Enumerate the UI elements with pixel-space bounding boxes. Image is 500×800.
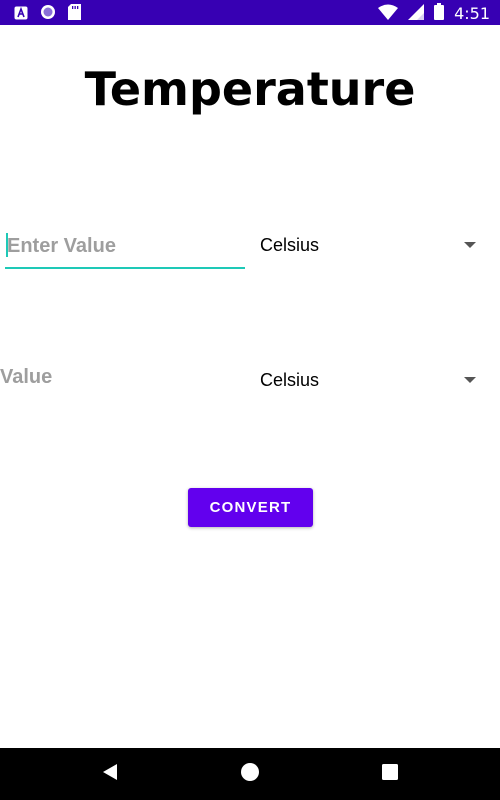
from-unit-dropdown[interactable]: Celsius xyxy=(260,230,485,260)
page-title: Temperature xyxy=(84,62,416,116)
back-icon xyxy=(101,763,119,785)
navigation-bar xyxy=(0,748,500,800)
value-input[interactable] xyxy=(5,227,245,265)
circle-notification-icon xyxy=(40,4,56,24)
home-button[interactable] xyxy=(220,748,280,800)
recents-button[interactable] xyxy=(360,748,420,800)
status-bar: 4:51 xyxy=(0,0,500,25)
status-time: 4:51 xyxy=(454,3,490,23)
convert-button[interactable]: CONVERT xyxy=(188,488,313,527)
to-unit-label: Celsius xyxy=(260,369,320,390)
to-unit-dropdown[interactable]: Celsius xyxy=(260,365,485,395)
dropdown-arrow-icon xyxy=(464,377,476,383)
status-right-icons: 4:51 xyxy=(378,3,490,24)
dropdown-arrow-icon xyxy=(464,242,476,248)
temperature-input-field[interactable] xyxy=(5,227,245,269)
signal-icon xyxy=(408,3,425,24)
from-unit-label: Celsius xyxy=(260,234,320,255)
back-button[interactable] xyxy=(80,748,140,800)
home-icon xyxy=(240,762,260,786)
battery-icon xyxy=(434,3,445,24)
result-value-label: Value xyxy=(0,366,53,388)
status-left-icons xyxy=(14,4,81,24)
sd-card-icon xyxy=(68,4,81,24)
accessibility-a-icon xyxy=(14,5,28,24)
wifi-icon xyxy=(378,4,399,24)
recents-icon xyxy=(381,763,399,785)
